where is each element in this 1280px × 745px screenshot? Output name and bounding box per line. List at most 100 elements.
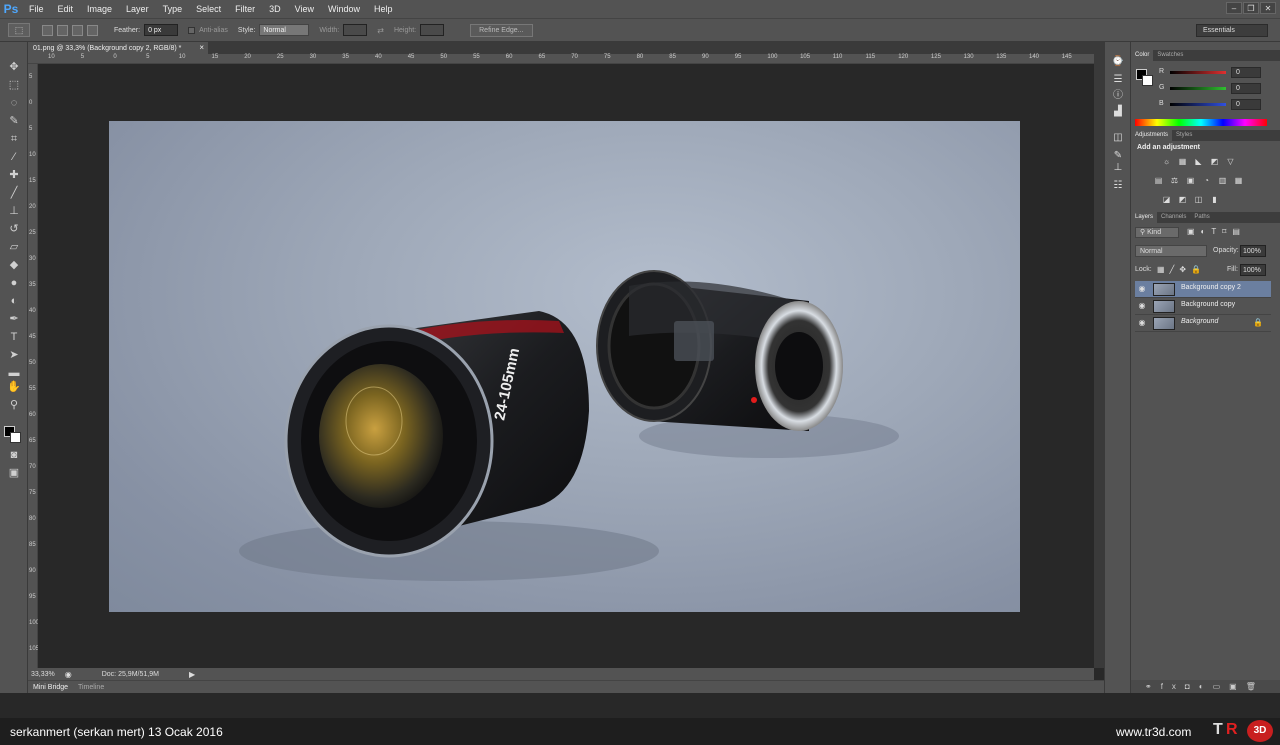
minimize-button[interactable]: – [1226,2,1242,14]
3d-panel-icon[interactable]: ◫ [1111,132,1125,144]
channel-slider[interactable] [1170,103,1226,106]
restore-button[interactable]: ❐ [1243,2,1259,14]
close-tab-icon[interactable]: × [199,43,204,52]
tab-paths[interactable]: Paths [1190,212,1213,223]
hand-tool-icon[interactable]: ✋ [6,380,22,394]
tab-timeline[interactable]: Timeline [73,684,109,691]
shape-tool-icon[interactable]: ▬ [6,366,22,380]
intersect-selection-icon[interactable] [87,24,98,36]
clone-source-panel-icon[interactable]: ⊥ [1111,162,1125,174]
menu-window[interactable]: Window [321,0,367,18]
curves-icon[interactable]: ◣ [1193,157,1204,167]
brush-tool-icon[interactable]: ╱ [6,186,22,200]
workspace-select[interactable]: Essentials [1196,24,1268,37]
path-selection-tool-icon[interactable]: ➤ [6,348,22,362]
menu-type[interactable]: Type [156,0,190,18]
layers-footer-icons[interactable]: ⚭fx◘◐▭▣🗑 [1131,680,1280,693]
color-spectrum-bar[interactable] [1135,119,1267,126]
document-tab[interactable]: 01.png @ 33,3% (Background copy 2, RGB/8… [28,42,208,54]
channel-slider[interactable] [1170,71,1226,74]
exposure-icon[interactable]: ◩ [1209,157,1220,167]
pen-tool-icon[interactable]: ✒ [6,312,22,326]
posterize-icon[interactable]: ◩ [1177,195,1188,205]
black-white-icon[interactable]: ▣ [1185,176,1196,186]
channel-slider[interactable] [1170,87,1226,90]
add-selection-icon[interactable] [57,24,68,36]
status-info-icon[interactable]: ◉ [65,670,72,679]
eye-icon[interactable]: ◉ [1137,301,1147,310]
histogram-panel-icon[interactable]: ▟ [1111,106,1125,118]
brightness-icon[interactable]: ☼ [1161,157,1172,167]
eraser-tool-icon[interactable]: ▱ [6,240,22,254]
tab-mini-bridge[interactable]: Mini Bridge [28,684,73,691]
photo-filter-icon[interactable]: ◔ [1201,176,1212,186]
blend-mode-select[interactable]: Normal [1135,245,1207,257]
tab-layers[interactable]: Layers [1131,212,1158,223]
eye-icon[interactable]: ◉ [1137,284,1147,293]
color-lookup-icon[interactable]: ▦ [1233,176,1244,186]
lasso-tool-icon[interactable]: ◌ [6,96,22,110]
properties-panel-icon[interactable]: ☰ [1111,74,1125,86]
eye-icon[interactable]: ◉ [1137,318,1147,327]
healing-brush-tool-icon[interactable]: ✚ [6,168,22,182]
document-image[interactable]: 24-105mm [109,121,1020,612]
screen-mode-icon[interactable]: ▣ [6,466,22,480]
dodge-tool-icon[interactable]: ◐ [6,294,22,308]
tab-channels[interactable]: Channels [1157,212,1190,223]
menu-layer[interactable]: Layer [119,0,156,18]
eyedropper-tool-icon[interactable]: ⁄ [6,150,22,164]
opacity-input[interactable]: 100% [1240,245,1266,257]
tab-swatches[interactable]: Swatches [1153,50,1187,61]
layer-row[interactable]: ◉ Background copy [1135,298,1271,315]
hue-saturation-icon[interactable]: ▤ [1153,176,1164,186]
invert-icon[interactable]: ◪ [1161,195,1172,205]
zoom-level[interactable]: 33,33% [31,671,55,678]
crop-tool-icon[interactable]: ⌗ [6,132,22,146]
subtract-selection-icon[interactable] [72,24,83,36]
menu-view[interactable]: View [288,0,321,18]
menu-3d[interactable]: 3D [262,0,288,18]
history-brush-tool-icon[interactable]: ↺ [6,222,22,236]
layer-row[interactable]: ◉ Background 🔒 [1135,315,1271,332]
info-panel-icon[interactable]: ⓘ [1111,90,1125,102]
type-tool-icon[interactable]: T [6,330,22,344]
channel-value-input[interactable]: 0 [1231,83,1261,94]
color-balance-icon[interactable]: ⚖ [1169,176,1180,186]
status-menu-arrow-icon[interactable]: ▶ [189,670,195,679]
gradient-map-icon[interactable]: ▮ [1209,195,1220,205]
layer-filter-select[interactable]: ⚲ Kind [1135,227,1179,238]
levels-icon[interactable]: ▦ [1177,157,1188,167]
blur-tool-icon[interactable]: ● [6,276,22,290]
menu-filter[interactable]: Filter [228,0,262,18]
quick-mask-icon[interactable]: ◙ [6,448,22,462]
close-window-button[interactable]: ✕ [1260,2,1276,14]
tab-color[interactable]: Color [1131,50,1154,61]
zoom-tool-icon[interactable]: ⚲ [6,398,22,412]
layer-row[interactable]: ◉ Background copy 2 [1135,281,1271,298]
height-input[interactable] [420,24,445,36]
new-selection-icon[interactable] [42,24,53,36]
marquee-tool-icon[interactable]: ⬚ [6,78,22,92]
clone-stamp-tool-icon[interactable]: ⊥ [6,204,22,218]
history-panel-icon[interactable]: ⌚ [1111,56,1125,68]
menu-file[interactable]: File [22,0,51,18]
actions-panel-icon[interactable]: ☷ [1111,180,1125,192]
background-color-swatch[interactable] [10,432,21,443]
style-select[interactable]: Normal [259,24,310,36]
brush-panel-icon[interactable]: ✎ [1111,150,1125,162]
feather-input[interactable]: 0 px [144,24,179,36]
menu-select[interactable]: Select [189,0,228,18]
vibrance-icon[interactable]: ▽ [1225,157,1236,167]
paint-bucket-tool-icon[interactable]: ◆ [6,258,22,272]
antialias-checkbox[interactable] [188,26,196,34]
tab-adjustments[interactable]: Adjustments [1131,130,1173,141]
channel-value-input[interactable]: 0 [1231,99,1261,110]
marquee-preset-icon[interactable]: ⬚ [8,23,30,37]
menu-edit[interactable]: Edit [51,0,81,18]
channel-mixer-icon[interactable]: ▥ [1217,176,1228,186]
refine-edge-button[interactable]: Refine Edge... [470,23,533,37]
menu-image[interactable]: Image [80,0,119,18]
threshold-icon[interactable]: ◫ [1193,195,1204,205]
width-input[interactable] [343,24,368,36]
swap-icon[interactable]: ⇄ [377,26,384,35]
